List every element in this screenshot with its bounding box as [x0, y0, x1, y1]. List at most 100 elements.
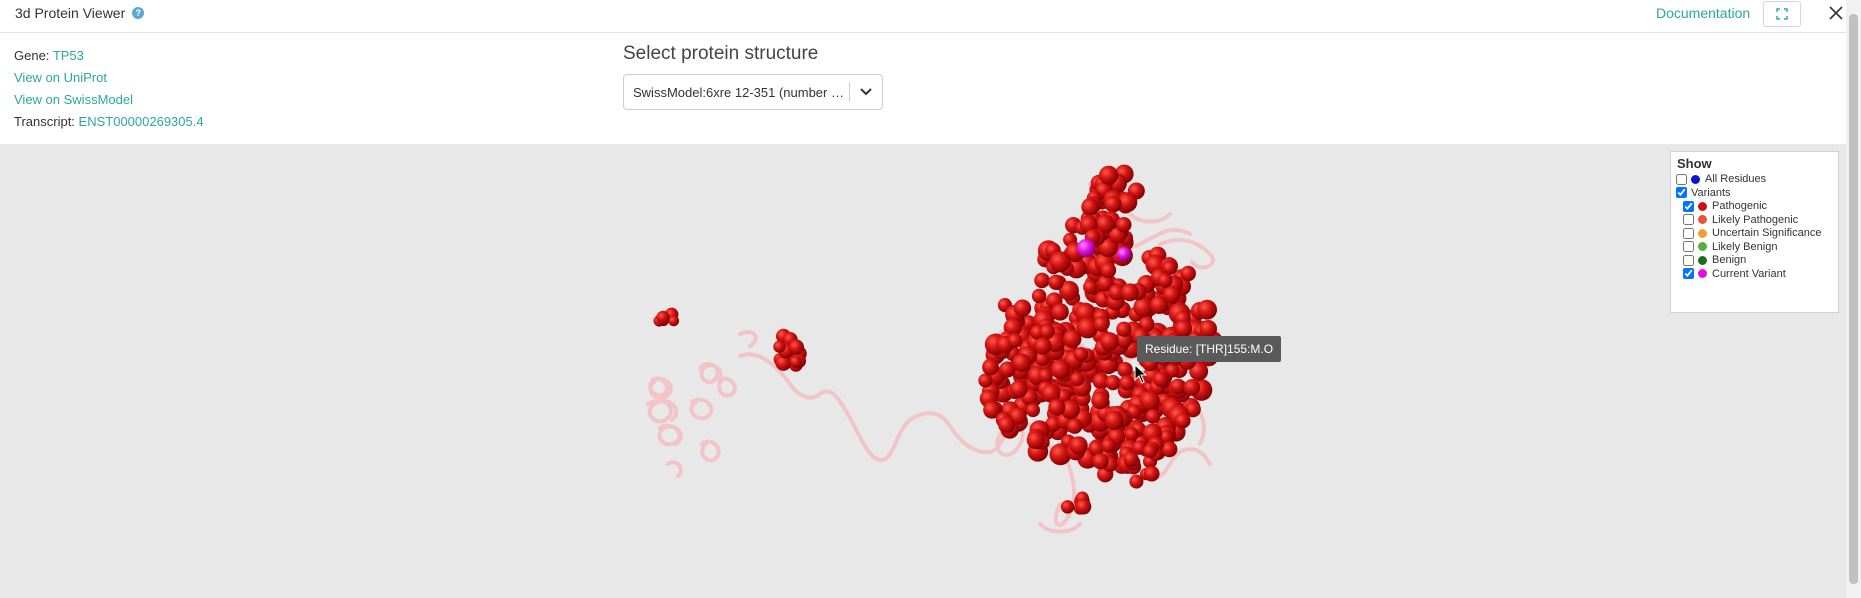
- variant-residue-sphere[interactable]: [1048, 398, 1066, 416]
- variant-residue-sphere[interactable]: [1066, 418, 1083, 434]
- variant-residue-sphere[interactable]: [1101, 438, 1116, 453]
- variant-residue-sphere[interactable]: [1123, 451, 1139, 467]
- variant-residue-sphere[interactable]: [1119, 375, 1135, 391]
- variant-residue-sphere[interactable]: [1013, 299, 1032, 317]
- legend-item-likely-benign: Likely Benign: [1683, 240, 1777, 254]
- variant-residue-sphere[interactable]: [1092, 452, 1109, 470]
- viewer-title-text: 3d Protein Viewer: [15, 5, 126, 21]
- documentation-link[interactable]: Documentation: [1656, 5, 1750, 21]
- variant-residue-sphere[interactable]: [998, 416, 1016, 434]
- legend-title: Show: [1677, 156, 1712, 171]
- variant-residue-sphere[interactable]: [1062, 329, 1082, 349]
- close-icon[interactable]: [1826, 3, 1846, 23]
- variant-residue-sphere[interactable]: [1031, 288, 1047, 304]
- variant-residue-sphere[interactable]: [668, 315, 680, 327]
- variant-residue-sphere[interactable]: [1170, 378, 1186, 395]
- legend-item-likely-pathogenic: Likely Pathogenic: [1683, 213, 1798, 227]
- variant-residue-sphere[interactable]: [1049, 251, 1071, 273]
- variant-residue-sphere[interactable]: [1025, 403, 1041, 418]
- legend-checkbox[interactable]: [1683, 268, 1694, 279]
- transcript-link[interactable]: ENST00000269305.4: [79, 114, 204, 129]
- legend-color-dot: [1698, 201, 1707, 211]
- variant-residue-sphere[interactable]: [978, 373, 993, 388]
- variant-residue-sphere[interactable]: [788, 339, 804, 355]
- variant-residue-sphere[interactable]: [1026, 430, 1046, 450]
- variant-residue-sphere[interactable]: [656, 310, 670, 324]
- variant-residue-sphere[interactable]: [1081, 198, 1099, 216]
- variant-residue-sphere[interactable]: [1161, 441, 1178, 458]
- fullscreen-icon: [1776, 8, 1788, 20]
- variant-residue-sphere[interactable]: [1073, 346, 1089, 362]
- uniprot-link[interactable]: View on UniProt: [14, 70, 107, 85]
- variant-residue-sphere[interactable]: [1034, 337, 1052, 355]
- legend-checkbox[interactable]: [1683, 227, 1694, 239]
- variant-residue-sphere[interactable]: [1124, 427, 1139, 442]
- variant-residue-sphere[interactable]: [1069, 436, 1088, 455]
- page-scrollbar[interactable]: [1846, 0, 1861, 598]
- variant-residue-sphere[interactable]: [1050, 359, 1071, 380]
- legend-checkbox[interactable]: [1676, 187, 1687, 198]
- variant-residue-sphere[interactable]: [1093, 316, 1110, 332]
- variant-residue-sphere[interactable]: [1083, 279, 1098, 295]
- legend-checkbox[interactable]: [1683, 200, 1694, 212]
- chevron-down-icon[interactable]: [850, 88, 882, 96]
- variant-residue-sphere[interactable]: [1153, 371, 1169, 388]
- variant-residue-sphere[interactable]: [1180, 265, 1196, 282]
- variant-residue-sphere[interactable]: [1100, 332, 1119, 351]
- variant-residue-sphere[interactable]: [1174, 319, 1193, 338]
- current-variant-sphere[interactable]: [1077, 239, 1095, 257]
- variant-residue-sphere[interactable]: [1060, 500, 1075, 514]
- structure-select[interactable]: SwissModel:6xre 12-351 (number of varian…: [623, 74, 883, 110]
- protein-structure-render[interactable]: [0, 144, 1846, 598]
- variant-residue-sphere[interactable]: [1091, 391, 1110, 410]
- scrollbar-thumb[interactable]: [1849, 14, 1858, 584]
- help-icon[interactable]: ?: [132, 7, 145, 19]
- variant-residue-sphere[interactable]: [1143, 444, 1158, 459]
- variant-residue-sphere[interactable]: [1157, 272, 1173, 288]
- fullscreen-button[interactable]: [1763, 1, 1801, 27]
- variant-residue-sphere[interactable]: [1012, 353, 1031, 373]
- variant-residue-sphere[interactable]: [1034, 272, 1050, 289]
- variant-residue-sphere[interactable]: [1183, 379, 1201, 396]
- legend-label: Likely Pathogenic: [1712, 213, 1799, 226]
- variant-residue-sphere[interactable]: [1039, 324, 1055, 340]
- variant-residue-sphere[interactable]: [1070, 372, 1085, 387]
- swissmodel-link[interactable]: View on SwissModel: [14, 92, 133, 107]
- variant-residue-sphere[interactable]: [789, 355, 802, 368]
- legend-checkbox[interactable]: [1683, 241, 1694, 252]
- variant-residue-sphere[interactable]: [1098, 165, 1119, 185]
- variant-residue-sphere[interactable]: [1105, 374, 1121, 391]
- gene-link[interactable]: TP53: [53, 48, 84, 63]
- variant-residue-sphere[interactable]: [1100, 262, 1117, 279]
- current-variant-sphere[interactable]: [1117, 247, 1131, 261]
- variant-residue-sphere[interactable]: [1116, 321, 1132, 337]
- variant-residue-sphere[interactable]: [1104, 410, 1124, 430]
- variant-residue-sphere[interactable]: [1104, 195, 1122, 213]
- variant-residue-sphere[interactable]: [1149, 295, 1169, 315]
- variant-residue-sphere[interactable]: [1174, 412, 1191, 429]
- variant-residue-sphere[interactable]: [773, 340, 786, 353]
- variant-residue-sphere[interactable]: [1010, 380, 1028, 398]
- legend-label: All Residues: [1705, 173, 1767, 185]
- variant-residue-sphere[interactable]: [1075, 498, 1092, 515]
- legend-checkbox[interactable]: [1683, 214, 1694, 225]
- variant-residue-sphere[interactable]: [1116, 217, 1132, 233]
- variant-residue-sphere[interactable]: [1007, 333, 1023, 348]
- legend-checkbox[interactable]: [1676, 173, 1687, 185]
- legend-checkbox[interactable]: [1683, 254, 1694, 266]
- variant-residue-sphere[interactable]: [1199, 319, 1218, 338]
- variant-residue-sphere[interactable]: [1048, 274, 1064, 291]
- variant-residue-sphere[interactable]: [1139, 390, 1160, 411]
- gene-label: Gene:: [14, 48, 50, 63]
- protein-3d-canvas[interactable]: Show All Residues Variants Pathogenic Likel…: [0, 144, 1846, 598]
- variant-residue-sphere[interactable]: [1051, 303, 1069, 321]
- variant-residue-sphere[interactable]: [1143, 465, 1160, 482]
- variant-residue-sphere[interactable]: [982, 358, 999, 376]
- variant-residue-sphere[interactable]: [1120, 283, 1139, 302]
- variant-residue-sphere[interactable]: [1145, 409, 1161, 424]
- legend-color-dot: [1691, 174, 1700, 184]
- variant-residue-sphere[interactable]: [1197, 299, 1218, 320]
- legend-item-pathogenic: Pathogenic: [1683, 199, 1767, 213]
- legend-label: Pathogenic: [1712, 200, 1768, 212]
- legend-color-dot: [1698, 228, 1707, 238]
